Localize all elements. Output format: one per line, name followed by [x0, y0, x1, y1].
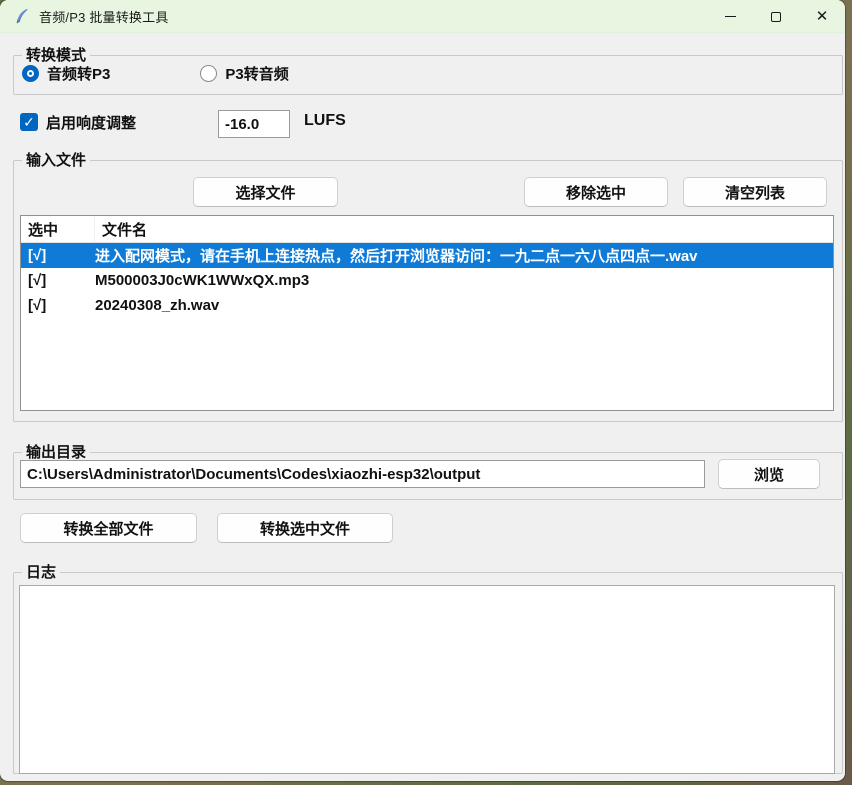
minimize-button[interactable] [707, 0, 753, 33]
table-row[interactable]: [√] M500003J0cWK1WWxQX.mp3 [21, 268, 833, 293]
column-header-checked[interactable]: 选中 [21, 216, 95, 242]
table-row[interactable]: [√] 进入配网模式，请在手机上连接热点，然后打开浏览器访问：一九二点一六八点四… [21, 243, 833, 268]
convert-selected-button[interactable]: 转换选中文件 [217, 513, 393, 543]
select-files-button[interactable]: 选择文件 [193, 177, 338, 207]
window-title: 音频/P3 批量转换工具 [39, 7, 169, 26]
log-group-label: 日志 [22, 563, 60, 582]
clear-list-button[interactable]: 清空列表 [683, 177, 827, 207]
close-button[interactable]: ✕ [799, 0, 845, 33]
log-textarea[interactable] [19, 585, 835, 774]
maximize-icon [771, 12, 781, 22]
file-table: 选中 文件名 [√] 进入配网模式，请在手机上连接热点，然后打开浏览器访问：一九… [20, 215, 834, 411]
file-table-header: 选中 文件名 [21, 216, 833, 243]
table-row[interactable]: [√] 20240308_zh.wav [21, 293, 833, 318]
title-bar: 音频/P3 批量转换工具 ✕ [0, 0, 845, 33]
convert-all-button[interactable]: 转换全部文件 [20, 513, 197, 543]
tk-feather-icon [14, 8, 30, 24]
radio-audio-to-p3[interactable]: 音频转P3 [22, 63, 110, 84]
loudness-checkbox-label: 启用响度调整 [46, 112, 136, 133]
minimize-icon [725, 16, 736, 17]
column-header-filename[interactable]: 文件名 [95, 216, 833, 242]
browse-button[interactable]: 浏览 [718, 459, 820, 489]
lufs-unit-label: LUFS [304, 112, 346, 130]
output-path-input[interactable]: C:\Users\Administrator\Documents\Codes\x… [20, 460, 705, 488]
radio-p3-to-audio[interactable]: P3转音频 [200, 63, 288, 84]
remove-selected-button[interactable]: 移除选中 [524, 177, 668, 207]
loudness-checkbox[interactable]: ✓ [20, 113, 38, 131]
input-files-group-label: 输入文件 [22, 151, 90, 170]
close-icon: ✕ [816, 9, 829, 24]
radio-selected-icon [22, 65, 39, 82]
mode-radio-row: 音频转P3 P3转音频 [22, 63, 379, 84]
lufs-input[interactable]: -16.0 [218, 110, 290, 138]
app-window: 音频/P3 批量转换工具 ✕ 转换模式 音频转P3 P3转音频 ✓ 启用响度调整… [0, 0, 845, 781]
check-icon: ✓ [23, 115, 35, 129]
maximize-button[interactable] [753, 0, 799, 33]
radio-unselected-icon [200, 65, 217, 82]
